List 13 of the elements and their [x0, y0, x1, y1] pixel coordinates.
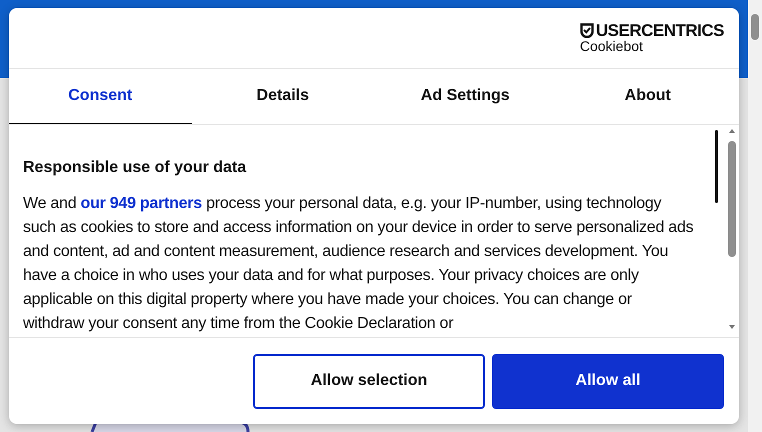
tab[interactable]: About	[556, 69, 739, 124]
allow-selection-button[interactable]: Allow selection	[253, 354, 485, 408]
consent-paragraph: We and our 949 partners process your personal data, e.g. your IP-number, using technology such as cookies to store and access information on your device in order to serve personalized ads and content, ad and content measurement, audience research and services development. You have a choice in who uses your data and for what purposes. Your privacy choices are only applicable on this digital property where you have made your choices. You can change or withdraw your consent any time from the Cookie Declaration or	[23, 194, 694, 334]
page-scrollbar[interactable]	[748, 0, 762, 432]
brand-logo-text: USERCENTRICS	[596, 22, 724, 39]
section-heading: Responsible use of your data	[23, 158, 248, 178]
partners-link[interactable]: our 949 partners	[80, 195, 202, 212]
shield-check-icon	[580, 23, 594, 38]
product-name: Cookiebot	[580, 39, 644, 54]
tab[interactable]: Details	[192, 69, 374, 124]
tab[interactable]: Consent	[9, 69, 192, 124]
allow-all-button[interactable]: Allow all	[492, 354, 724, 408]
tab[interactable]: Ad Settings	[374, 69, 556, 124]
